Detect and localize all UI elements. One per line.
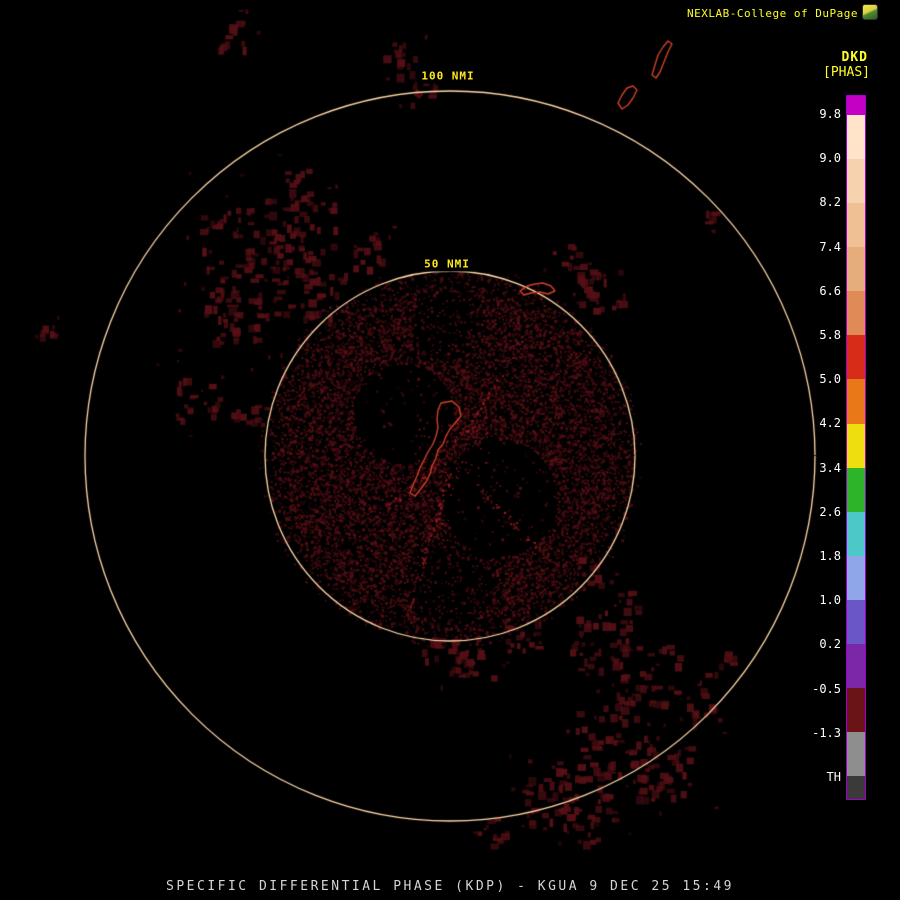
colorbar-segment xyxy=(847,555,865,600)
colorbar-segment xyxy=(847,467,865,512)
colorbar-segment xyxy=(847,291,865,336)
colorbar-segment xyxy=(847,96,865,115)
colorbar-segment xyxy=(847,203,865,248)
colorbar-segment xyxy=(847,776,865,800)
radar-display: 100 NMI 50 NMI NEXLAB-College of DuPage D… xyxy=(0,0,900,900)
colorbar-segment xyxy=(847,643,865,688)
colorbar-segment xyxy=(847,687,865,733)
colorbar-segment xyxy=(847,423,865,468)
colorbar-segment xyxy=(847,732,865,777)
colorbar-segment xyxy=(847,511,865,556)
units-label: [PHAS] xyxy=(823,65,870,80)
colorbar-segment xyxy=(847,379,865,424)
radar-echo-canvas xyxy=(0,0,900,900)
colorbar-segment xyxy=(847,599,865,644)
brand-text: NEXLAB-College of DuPage xyxy=(687,7,858,20)
cod-logo-icon xyxy=(863,5,877,19)
colorbar xyxy=(846,95,866,800)
product-code-label: DKD xyxy=(841,50,868,65)
colorbar-segment xyxy=(847,159,865,204)
colorbar-segment xyxy=(847,247,865,292)
product-caption: SPECIFIC DIFFERENTIAL PHASE (KDP) - KGUA… xyxy=(166,879,734,894)
colorbar-segment xyxy=(847,335,865,380)
colorbar-segment xyxy=(847,114,865,160)
